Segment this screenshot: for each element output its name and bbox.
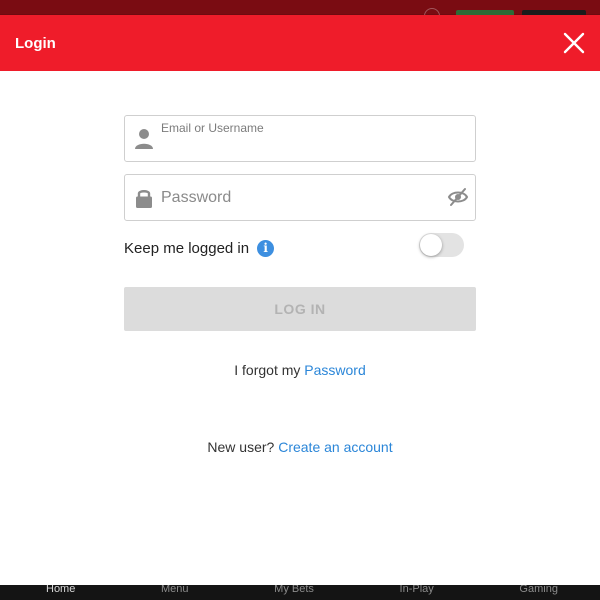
email-input[interactable] [161,138,461,156]
password-field[interactable] [124,174,476,221]
info-icon[interactable]: i [257,240,275,257]
create-account-link[interactable]: Create an account [278,439,392,455]
password-input[interactable] [161,188,441,208]
user-icon [134,128,154,150]
forgot-password-text: I forgot my [234,362,301,378]
login-modal: Login Email or Username Keep me logged i… [0,15,600,585]
modal-header: Login [0,15,600,71]
new-user-row: New user? Create an account [0,439,600,455]
lock-icon [134,187,154,209]
eye-hidden-icon[interactable] [447,187,469,207]
toggle-knob [420,234,442,256]
keep-logged-in-toggle[interactable] [419,233,464,257]
keep-logged-in-row: Keep me logged in i [124,240,275,257]
close-icon[interactable] [562,31,586,55]
modal-title: Login [15,35,56,52]
keep-logged-in-label: Keep me logged in [124,240,250,257]
forgot-password-row: I forgot my Password [0,362,600,378]
forgot-password-link[interactable]: Password [304,362,365,378]
new-user-text: New user? [207,439,275,455]
email-field-label: Email or Username [161,121,264,135]
login-button[interactable]: LOG IN [124,287,476,331]
email-field[interactable]: Email or Username [124,115,476,162]
